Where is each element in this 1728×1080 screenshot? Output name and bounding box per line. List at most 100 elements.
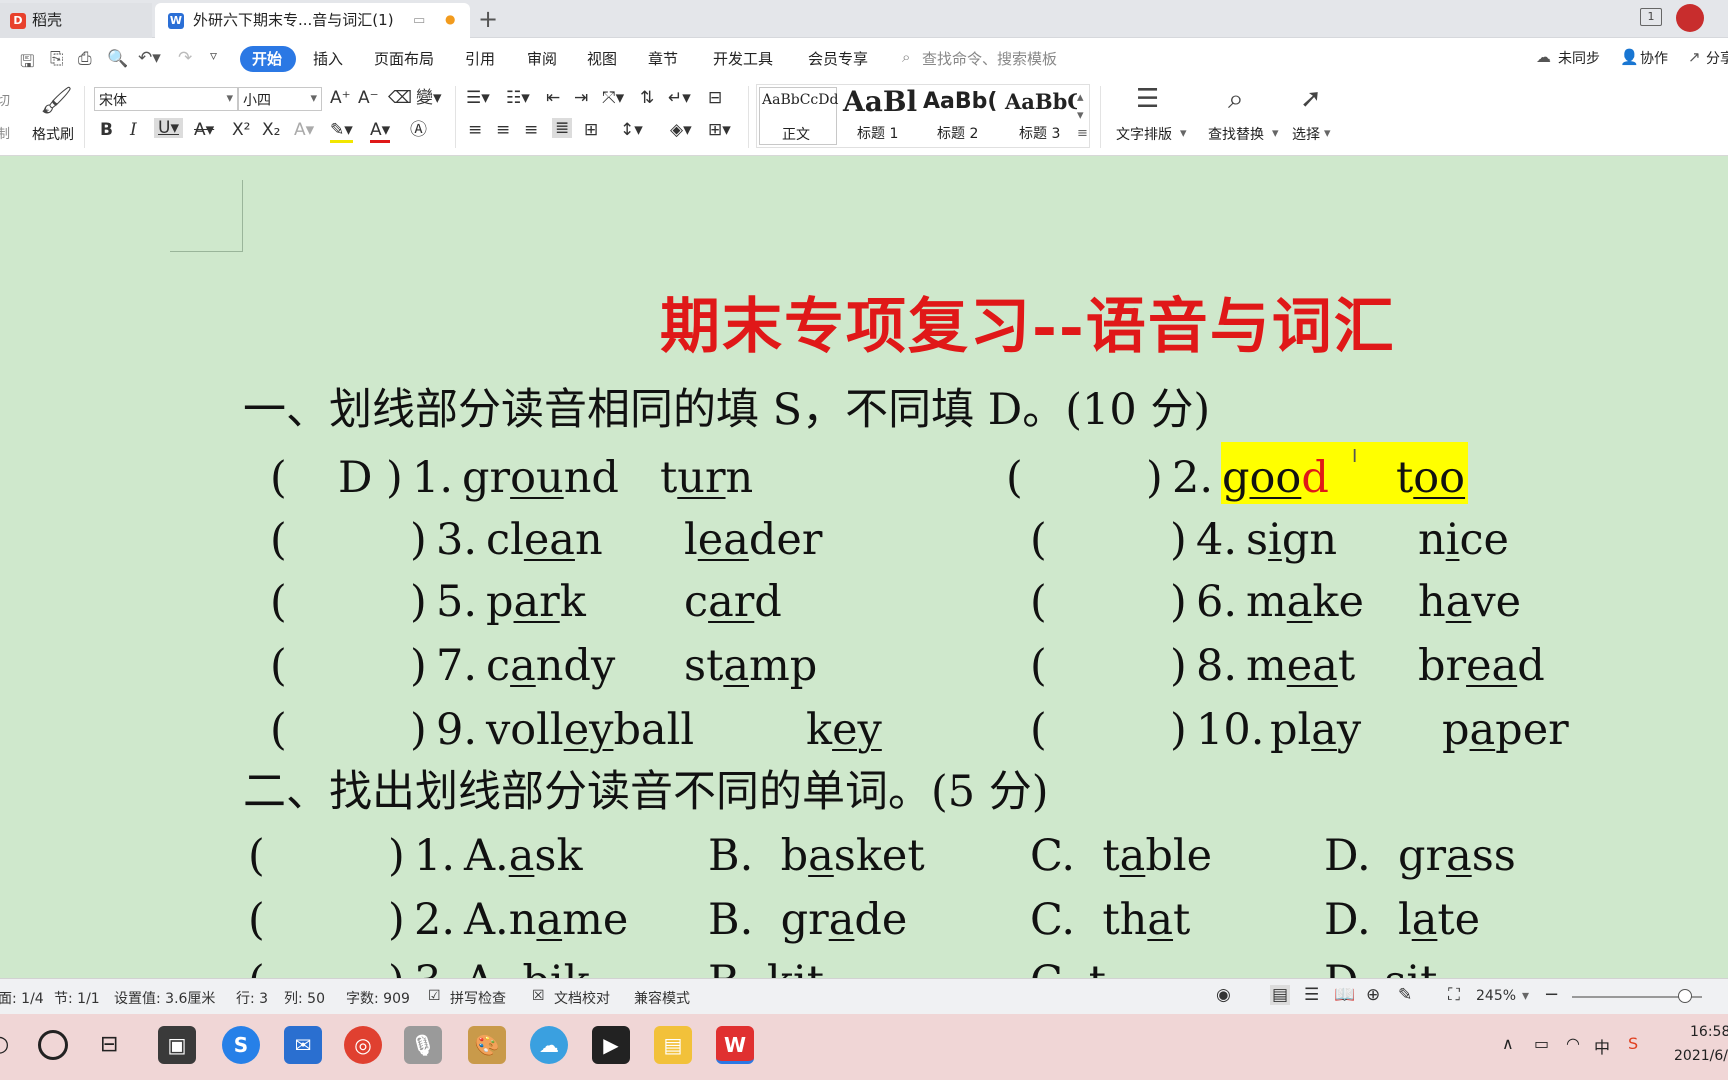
save-icon[interactable]: 🖫 — [20, 49, 34, 78]
store-icon[interactable]: ▣ — [158, 1026, 196, 1064]
numbered-list-icon[interactable]: ☷▾ — [506, 88, 530, 108]
increase-indent-icon[interactable]: ⇥ — [574, 88, 588, 108]
print-preview-icon[interactable]: 🔍 — [107, 49, 128, 69]
redo-icon[interactable]: ↷ — [178, 48, 192, 68]
clear-format-icon[interactable]: ⌫ — [388, 88, 412, 108]
write-view-icon[interactable]: ✎ — [1398, 985, 1412, 1005]
superscript-icon[interactable]: X² — [232, 120, 250, 140]
chinese-layout-icon[interactable]: ⤧▾ — [602, 88, 624, 108]
italic-icon[interactable]: I — [130, 120, 137, 140]
menu-page-layout[interactable]: 页面布局 — [374, 48, 434, 69]
command-search-input[interactable]: 查找命令、搜索模板 — [922, 48, 1057, 69]
wifi-icon[interactable]: ◠ — [1566, 1034, 1580, 1053]
decrease-indent-icon[interactable]: ⇤ — [546, 88, 560, 108]
shading-icon[interactable]: ◈▾ — [670, 120, 692, 140]
justify-icon[interactable]: ≣ — [552, 118, 573, 138]
baidu-netdisk-icon[interactable]: ☁ — [530, 1026, 568, 1064]
search-circle-icon[interactable]: ○ — [0, 1032, 9, 1057]
menu-insert[interactable]: 插入 — [313, 48, 343, 69]
quick-access-more-icon[interactable]: ▿ — [210, 48, 217, 64]
window-count-icon[interactable]: 1 — [1640, 8, 1662, 26]
word-count[interactable]: 字数: 909 — [346, 988, 410, 1008]
wps-icon[interactable]: W — [716, 1026, 754, 1064]
zoom-out-icon[interactable]: − — [1544, 984, 1559, 1005]
borders-icon[interactable]: ⊞▾ — [708, 120, 731, 140]
mail-icon[interactable]: ✉ — [284, 1026, 322, 1064]
outline-view-icon[interactable]: ☰ — [1304, 985, 1319, 1005]
style-normal[interactable]: AaBbCcDd 正文 — [759, 87, 838, 145]
menu-review[interactable]: 审阅 — [527, 48, 557, 69]
show-hidden-icons-icon[interactable]: ∧ — [1502, 1034, 1514, 1053]
battery-icon[interactable]: ▭ — [1534, 1034, 1549, 1053]
zoom-slider-handle[interactable] — [1678, 989, 1692, 1003]
underline-icon[interactable]: U▾ — [154, 118, 183, 138]
collaborate-button[interactable]: 协作 — [1640, 48, 1668, 68]
cortana-icon[interactable] — [38, 1030, 68, 1060]
tab-document[interactable]: W 外研六下期末专...音与词汇(1) ▭ ● — [155, 3, 470, 38]
spell-check-button[interactable]: 拼写检查 — [450, 988, 506, 1008]
font-name-select[interactable]: 宋体 ▾ — [94, 87, 238, 111]
video-recorder-icon[interactable]: ▶ — [592, 1026, 630, 1064]
grow-font-icon[interactable]: A⁺ — [330, 88, 351, 108]
user-avatar[interactable] — [1676, 4, 1704, 32]
chrome-icon[interactable]: ◎ — [344, 1026, 382, 1064]
menu-references[interactable]: 引用 — [465, 48, 495, 69]
sogou-icon[interactable]: S — [222, 1026, 260, 1064]
sogou-tray-icon[interactable]: S — [1628, 1034, 1638, 1053]
ime-icon[interactable]: 中 — [1594, 1034, 1610, 1058]
menu-member[interactable]: 会员专享 — [808, 48, 868, 69]
eye-protection-icon[interactable]: ◉ — [1216, 985, 1231, 1005]
select-button[interactable]: 选择 — [1292, 124, 1320, 144]
text-layout-button[interactable]: 文字排版 — [1116, 124, 1172, 144]
page-indicator[interactable]: 页面: 1/4 — [0, 988, 44, 1008]
web-view-icon[interactable]: ⊕ — [1366, 985, 1380, 1005]
menu-start[interactable]: 开始 — [252, 48, 282, 69]
table-lines-icon[interactable]: ⊟ — [708, 88, 722, 108]
paint-icon[interactable]: 🎨 — [468, 1026, 506, 1064]
share-button[interactable]: 分享 — [1706, 48, 1728, 68]
zoom-level[interactable]: 245% — [1476, 988, 1516, 1004]
file-explorer-icon[interactable]: ▤ — [654, 1026, 692, 1064]
copy-button[interactable]: 复制 — [0, 123, 10, 142]
style-heading-3[interactable]: AaBbC 标题 3 — [1003, 87, 1077, 145]
export-icon[interactable]: ⎘ — [50, 49, 64, 69]
cut-button[interactable]: 剪切 — [0, 90, 10, 109]
bullet-list-icon[interactable]: ☰▾ — [466, 88, 490, 108]
tab-docer[interactable]: D 稻壳 — [0, 3, 152, 38]
undo-icon[interactable]: ↶▾ — [138, 48, 161, 68]
format-painter-button[interactable]: 格式刷 — [32, 124, 74, 144]
microphone-icon[interactable]: 🎙 — [404, 1026, 442, 1064]
reading-view-icon[interactable]: 📖 — [1334, 985, 1355, 1005]
style-heading-2[interactable]: AaBb( 标题 2 — [921, 87, 1001, 145]
new-tab-plus-icon[interactable]: + — [478, 5, 498, 33]
show-marks-icon[interactable]: ↵▾ — [668, 88, 691, 108]
line-spacing-icon[interactable]: ↕▾ — [620, 120, 643, 140]
clock-date[interactable]: 2021/6/ — [1674, 1048, 1728, 1064]
menu-chapter[interactable]: 章节 — [648, 48, 678, 69]
proofread-button[interactable]: 文档校对 — [554, 988, 610, 1008]
font-size-select[interactable]: 小四 ▾ — [238, 87, 322, 111]
document-canvas[interactable]: 期末专项复习--语音与词汇 一、划线部分读音相同的填 S，不同填 D。(10 分… — [0, 156, 1728, 978]
shrink-font-icon[interactable]: A⁻ — [358, 88, 379, 108]
clock-time[interactable]: 16:58 — [1690, 1024, 1728, 1040]
subscript-icon[interactable]: X₂ — [262, 120, 280, 140]
align-right-icon[interactable]: ≡ — [524, 120, 538, 140]
char-border-icon[interactable]: Ⓐ — [410, 120, 427, 140]
monitor-icon[interactable]: ▭ — [413, 3, 425, 38]
bold-icon[interactable]: B — [100, 120, 113, 140]
menu-view[interactable]: 视图 — [587, 48, 617, 69]
distributed-icon[interactable]: ⊞ — [584, 120, 598, 140]
text-effect-icon[interactable]: A▾ — [294, 120, 314, 140]
menu-developer[interactable]: 开发工具 — [713, 48, 773, 69]
page-view-icon[interactable]: ▤ — [1270, 985, 1291, 1005]
fit-page-icon[interactable]: ⛶ — [1448, 985, 1460, 1005]
print-icon[interactable]: ⎙ — [78, 49, 92, 69]
task-view-icon[interactable]: ⊟ — [100, 1032, 118, 1057]
style-heading-1[interactable]: AaBl 标题 1 — [841, 87, 919, 145]
sync-status-button[interactable]: 未同步 — [1558, 48, 1600, 68]
phonetic-guide-icon[interactable]: 變▾ — [416, 88, 442, 108]
answer-value[interactable]: D — [338, 452, 372, 504]
find-replace-button[interactable]: 查找替换 — [1208, 124, 1264, 144]
font-color-icon[interactable]: A▾ — [370, 120, 391, 143]
strikethrough-icon[interactable]: A▾ — [194, 120, 214, 140]
